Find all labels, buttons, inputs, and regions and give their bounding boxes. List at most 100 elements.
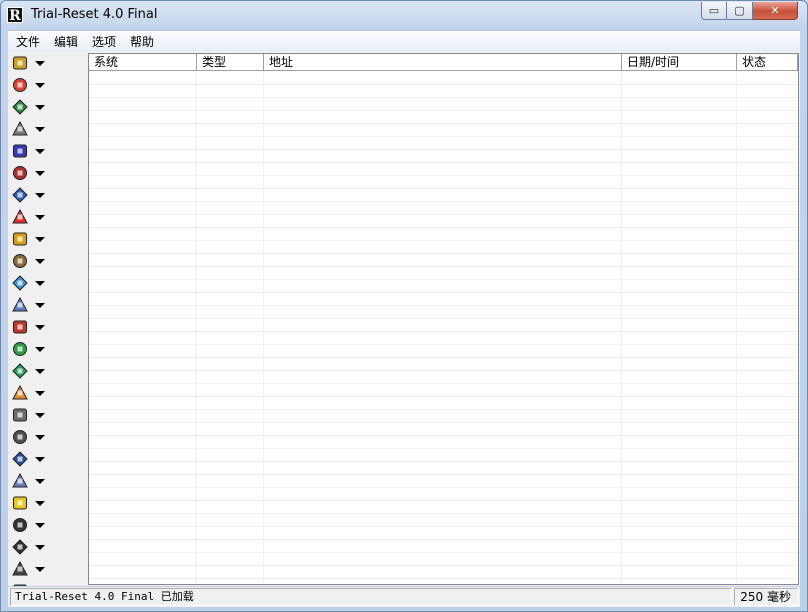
dropdown-arrow-icon[interactable] [35,259,45,264]
toolbar-button[interactable] [10,75,50,95]
maximize-button[interactable]: ▢ [727,2,753,20]
title-bar[interactable]: R Trial-Reset 4.0 Final ▭ ▢ ✕ [1,1,807,29]
dropdown-arrow-icon[interactable] [35,237,45,242]
network-icon [13,166,27,180]
dropdown-arrow-icon[interactable] [35,193,45,198]
dropdown-arrow-icon[interactable] [35,457,45,462]
menu-edit[interactable]: 编辑 [54,33,78,50]
minimize-icon: ▭ [708,4,720,17]
close-icon: ✕ [770,4,780,17]
main-window: R Trial-Reset 4.0 Final ▭ ▢ ✕ 文件 编辑 选项 帮… [0,0,808,612]
toolbar-button[interactable] [10,295,50,315]
grid-line [89,214,798,215]
dropdown-arrow-icon[interactable] [35,215,45,220]
dropdown-arrow-icon[interactable] [35,369,45,374]
dropdown-arrow-icon[interactable] [35,83,45,88]
dropdown-arrow-icon[interactable] [35,281,45,286]
toolbar-button[interactable] [10,207,50,227]
grid-line [89,240,798,241]
calendar-icon [12,275,28,291]
dropdown-arrow-icon[interactable] [35,545,45,550]
dropdown-arrow-icon[interactable] [35,325,45,330]
toolbar-button[interactable] [10,471,50,491]
toolbar-button[interactable] [10,361,50,381]
toolbar-button[interactable] [10,339,50,359]
toolbar-button[interactable] [10,405,50,425]
grid-line [89,578,798,579]
toolbar-button[interactable] [10,383,50,403]
grid-line [736,71,737,584]
toolbar-button[interactable] [10,141,50,161]
dropdown-arrow-icon[interactable] [35,347,45,352]
menu-options[interactable]: 选项 [92,33,116,50]
maximize-icon: ▢ [734,4,745,17]
grid-line [263,71,264,584]
toolbar-button[interactable] [10,53,50,73]
dropdown-arrow-icon[interactable] [35,523,45,528]
app-icon [13,584,27,586]
dropdown-arrow-icon[interactable] [35,149,45,154]
col-address[interactable]: 地址 [264,54,622,71]
dropdown-arrow-icon[interactable] [35,479,45,484]
circle-m-icon [12,363,28,379]
toolbar-button[interactable] [10,493,50,513]
dropdown-arrow-icon[interactable] [35,105,45,110]
toolbar-button[interactable] [10,185,50,205]
close-button[interactable]: ✕ [753,2,798,20]
toolbar-button[interactable] [10,581,50,586]
toolbar-button[interactable] [10,273,50,293]
results-list[interactable]: 系统 类型 地址 日期/时间 状态 [88,53,799,585]
grid-line [89,370,798,371]
dropdown-arrow-icon[interactable] [35,435,45,440]
toolbar-button[interactable] [10,119,50,139]
grid-line [89,513,798,514]
toolbar-button[interactable] [10,427,50,447]
grid-line [89,84,798,85]
dropdown-arrow-icon[interactable] [35,61,45,66]
col-status[interactable]: 状态 [737,54,798,71]
grid-line [89,461,798,462]
dropdown-arrow-icon[interactable] [35,303,45,308]
grid-line [196,71,197,584]
menu-file[interactable]: 文件 [16,33,40,50]
monitor-chart-icon [12,561,28,576]
toolbar-button[interactable] [10,559,50,579]
menu-help[interactable]: 帮助 [130,33,154,50]
minimize-button[interactable]: ▭ [701,2,727,20]
grid-line [89,331,798,332]
col-type[interactable]: 类型 [197,54,264,71]
grid-line [89,422,798,423]
grid-line [89,383,798,384]
toolbar-button[interactable] [10,229,50,249]
grid-line [89,565,798,566]
grid-line [89,188,798,189]
status-bar: Trial-Reset 4.0 Final 已加载 250 毫秒 [8,587,800,607]
toolbar-button[interactable] [10,537,50,557]
col-datetime[interactable]: 日期/时间 [622,54,737,71]
dropdown-arrow-icon[interactable] [35,567,45,572]
grid-line [89,305,798,306]
toolbar-button[interactable] [10,163,50,183]
toolbar-button[interactable] [10,515,50,535]
grid-line [89,123,798,124]
dropdown-arrow-icon[interactable] [35,127,45,132]
camera-lock-icon [12,539,28,555]
grid-line [89,162,798,163]
grid-line [89,136,798,137]
flag-arrow-icon [12,99,28,115]
toolbar-button[interactable] [10,317,50,337]
toolbar-button[interactable] [10,449,50,469]
road-sign-icon [13,496,27,510]
toolbar-button[interactable] [10,97,50,117]
gears-icon [13,320,27,334]
dropdown-arrow-icon[interactable] [35,413,45,418]
pencil-icon [12,385,28,400]
col-system[interactable]: 系统 [89,54,197,71]
dropdown-arrow-icon[interactable] [35,171,45,176]
dropdown-arrow-icon[interactable] [35,501,45,506]
globe-icon [12,187,28,203]
toolbar-button[interactable] [10,251,50,271]
dropdown-arrow-icon[interactable] [35,391,45,396]
app-logo-icon[interactable]: R [7,7,23,24]
lock-files-icon [13,232,27,246]
